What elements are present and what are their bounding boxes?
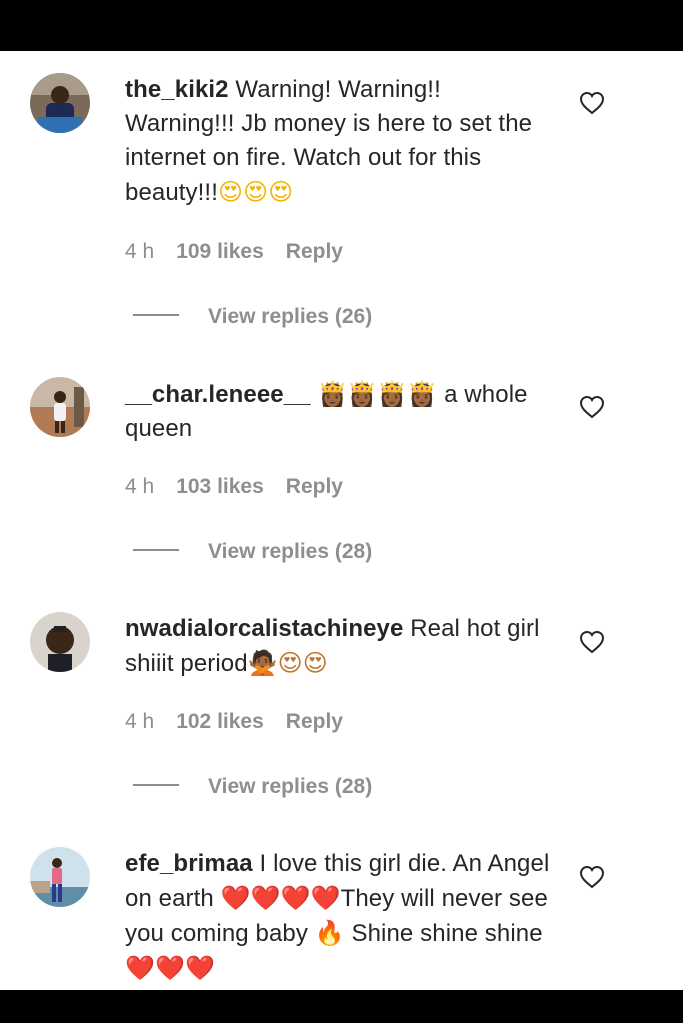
avatar-image: [30, 847, 90, 907]
like-heart-icon[interactable]: [579, 91, 605, 115]
comment-emoji: 😍😍😍: [217, 178, 294, 206]
avatar-image: [30, 73, 90, 133]
like-heart-icon[interactable]: [579, 630, 605, 654]
screen: the_kiki2 Warning! Warning!! Warning!!! …: [0, 0, 683, 1023]
comment-body: efe_brimaa I love this girl die. An Ange…: [125, 847, 555, 986]
comment-emoji-2: 🔥: [314, 919, 345, 947]
like-heart-icon[interactable]: [579, 865, 605, 889]
avatar[interactable]: [30, 377, 90, 437]
comment-text-3: Shine shine shine: [351, 920, 543, 947]
comment-meta: 4 h 103 likes Reply: [125, 475, 343, 499]
avatar[interactable]: [30, 847, 90, 907]
comments-list[interactable]: the_kiki2 Warning! Warning!! Warning!!! …: [0, 51, 683, 990]
like-heart-icon[interactable]: [579, 395, 605, 419]
avatar[interactable]: [30, 73, 90, 133]
comment-emoji: 🙅🏾😍😍: [247, 649, 328, 677]
comment-meta: 4 h 109 likes Reply: [125, 240, 343, 264]
replies-divider: [133, 314, 179, 317]
view-replies-button[interactable]: View replies (28): [133, 775, 372, 799]
comment-username[interactable]: __char.leneee__: [125, 381, 311, 408]
comment-emoji-3: ❤️❤️❤️: [125, 954, 215, 982]
view-replies-label: View replies (28): [208, 775, 373, 798]
view-replies-button[interactable]: View replies (28): [133, 540, 372, 564]
replies-divider: [133, 549, 179, 552]
comment-time: 4 h: [125, 475, 155, 498]
reply-button[interactable]: Reply: [286, 710, 343, 734]
comment-body: the_kiki2 Warning! Warning!! Warning!!! …: [125, 73, 555, 210]
comment-time: 4 h: [125, 240, 155, 263]
comment-likes[interactable]: 103 likes: [176, 475, 264, 499]
reply-button[interactable]: Reply: [286, 475, 343, 499]
view-replies-label: View replies (28): [208, 540, 373, 563]
status-bar: [0, 0, 683, 51]
avatar[interactable]: [30, 612, 90, 672]
comment-body: __char.leneee__ 👸🏾👸🏾👸🏾👸🏾 a whole queen: [125, 377, 555, 446]
comment-likes[interactable]: 102 likes: [176, 710, 264, 734]
avatar-image: [30, 377, 90, 437]
avatar-image: [30, 612, 90, 672]
navigation-bar: [0, 990, 683, 1023]
view-replies-label: View replies (26): [208, 305, 373, 328]
view-replies-button[interactable]: View replies (26): [133, 305, 372, 329]
comment-likes[interactable]: 109 likes: [176, 240, 264, 264]
comment-body: nwadialorcalistachineye Real hot girl sh…: [125, 612, 555, 681]
reply-button[interactable]: Reply: [286, 240, 343, 264]
comment-emoji-1: ❤️❤️❤️❤️: [220, 884, 341, 912]
comment-username[interactable]: nwadialorcalistachineye: [125, 615, 403, 642]
comment-meta: 4 h 102 likes Reply: [125, 710, 343, 734]
comment-username[interactable]: the_kiki2: [125, 76, 229, 103]
comment-time: 4 h: [125, 710, 155, 733]
replies-divider: [133, 784, 179, 787]
comment-username[interactable]: efe_brimaa: [125, 850, 253, 877]
comment-emoji: 👸🏾👸🏾👸🏾👸🏾: [317, 380, 438, 408]
